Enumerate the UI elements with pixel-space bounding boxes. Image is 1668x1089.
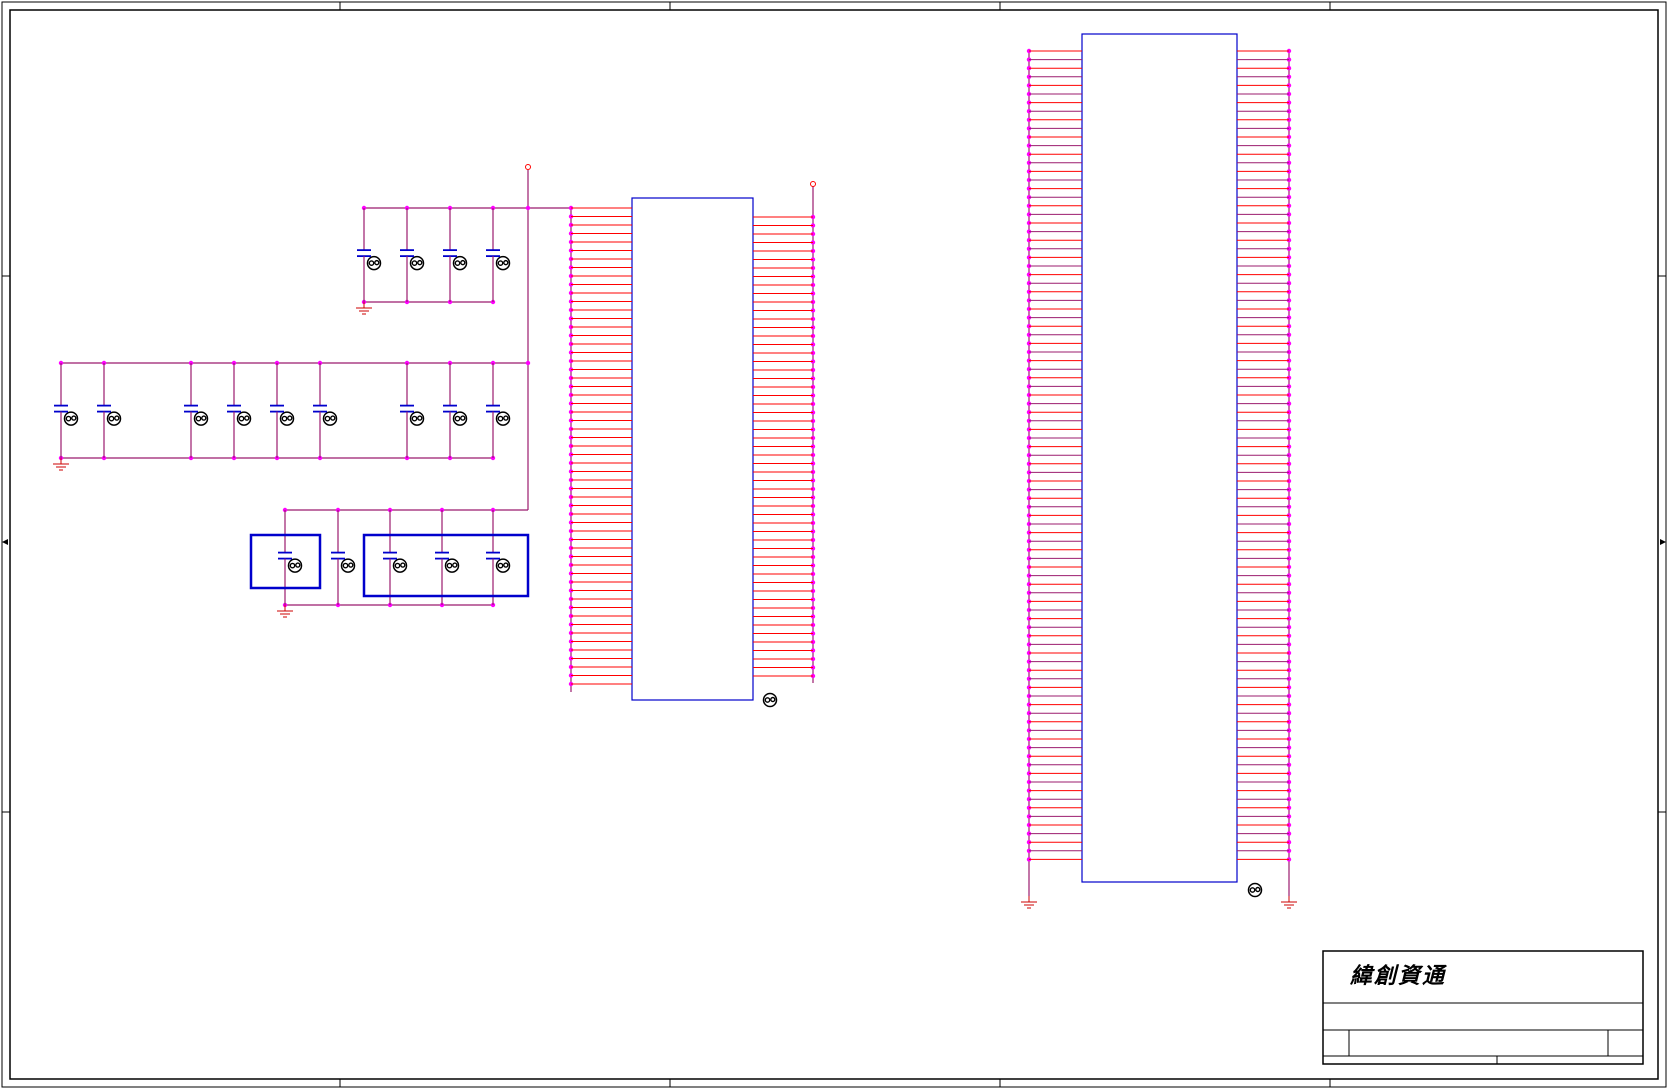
capacitor-icon	[443, 208, 457, 302]
gp-marker-icon	[193, 411, 209, 426]
gp-marker-icon	[63, 411, 79, 426]
capacitor-icon	[54, 363, 68, 458]
schematic-sheet	[1, 1, 1667, 1088]
inner-border	[9, 9, 1659, 1080]
connector-2-body	[1081, 33, 1238, 883]
connector-1-body	[631, 197, 754, 701]
gp-marker-icon	[322, 411, 338, 426]
center-arrow	[1660, 539, 1666, 545]
gp-marker-icon	[106, 411, 122, 426]
gp-marker-icon	[236, 411, 252, 426]
gp-marker-icon	[452, 411, 468, 426]
ground-icon	[1021, 896, 1037, 909]
capacitor-icon	[486, 208, 500, 302]
gp-marker-icon	[495, 411, 511, 426]
capacitor-icon	[184, 363, 198, 458]
gp-marker-icon	[366, 255, 382, 271]
capacitor-icon	[313, 363, 327, 458]
gp-marker-icon	[409, 411, 425, 426]
ground-icon	[277, 605, 293, 618]
ground-icon	[1281, 896, 1297, 909]
capacitor-icon	[486, 510, 500, 605]
capacitor-icon	[97, 363, 111, 458]
gp-marker-icon	[392, 558, 408, 573]
gp-marker-icon	[495, 255, 511, 271]
gp-marker-icon	[287, 558, 303, 573]
center-arrow	[2, 539, 8, 545]
company-name: 緯創資通	[1350, 963, 1447, 989]
gp-marker-icon	[762, 692, 778, 708]
gp-marker-icon	[279, 411, 295, 426]
junction	[525, 205, 531, 211]
ground-icon	[53, 458, 69, 471]
connectors	[571, 33, 1289, 883]
gp-marker-icon	[340, 558, 356, 573]
capacitor-icon	[400, 363, 414, 458]
ground-icon	[356, 302, 372, 315]
gp-marker-icon	[452, 255, 468, 271]
gp-marker-icon	[495, 558, 511, 573]
power-port-icon	[810, 181, 816, 187]
gp-marker-icon	[444, 558, 460, 573]
gp-marker-icon	[409, 255, 425, 271]
gp-marker-icon	[1247, 882, 1263, 898]
capacitor-icon	[331, 510, 345, 605]
wires	[53, 48, 1297, 909]
capacitor-icon	[227, 363, 241, 458]
capacitor-icon	[383, 510, 397, 605]
capacitor-icon	[435, 510, 449, 605]
capacitor-icon	[443, 363, 457, 458]
power-port-icon	[525, 164, 531, 170]
junction	[525, 360, 531, 366]
capacitor-icon	[278, 510, 292, 605]
capacitor-icon	[400, 208, 414, 302]
capacitor-icon	[270, 363, 284, 458]
capacitor-icon	[486, 363, 500, 458]
capacitor-icon	[357, 208, 371, 302]
